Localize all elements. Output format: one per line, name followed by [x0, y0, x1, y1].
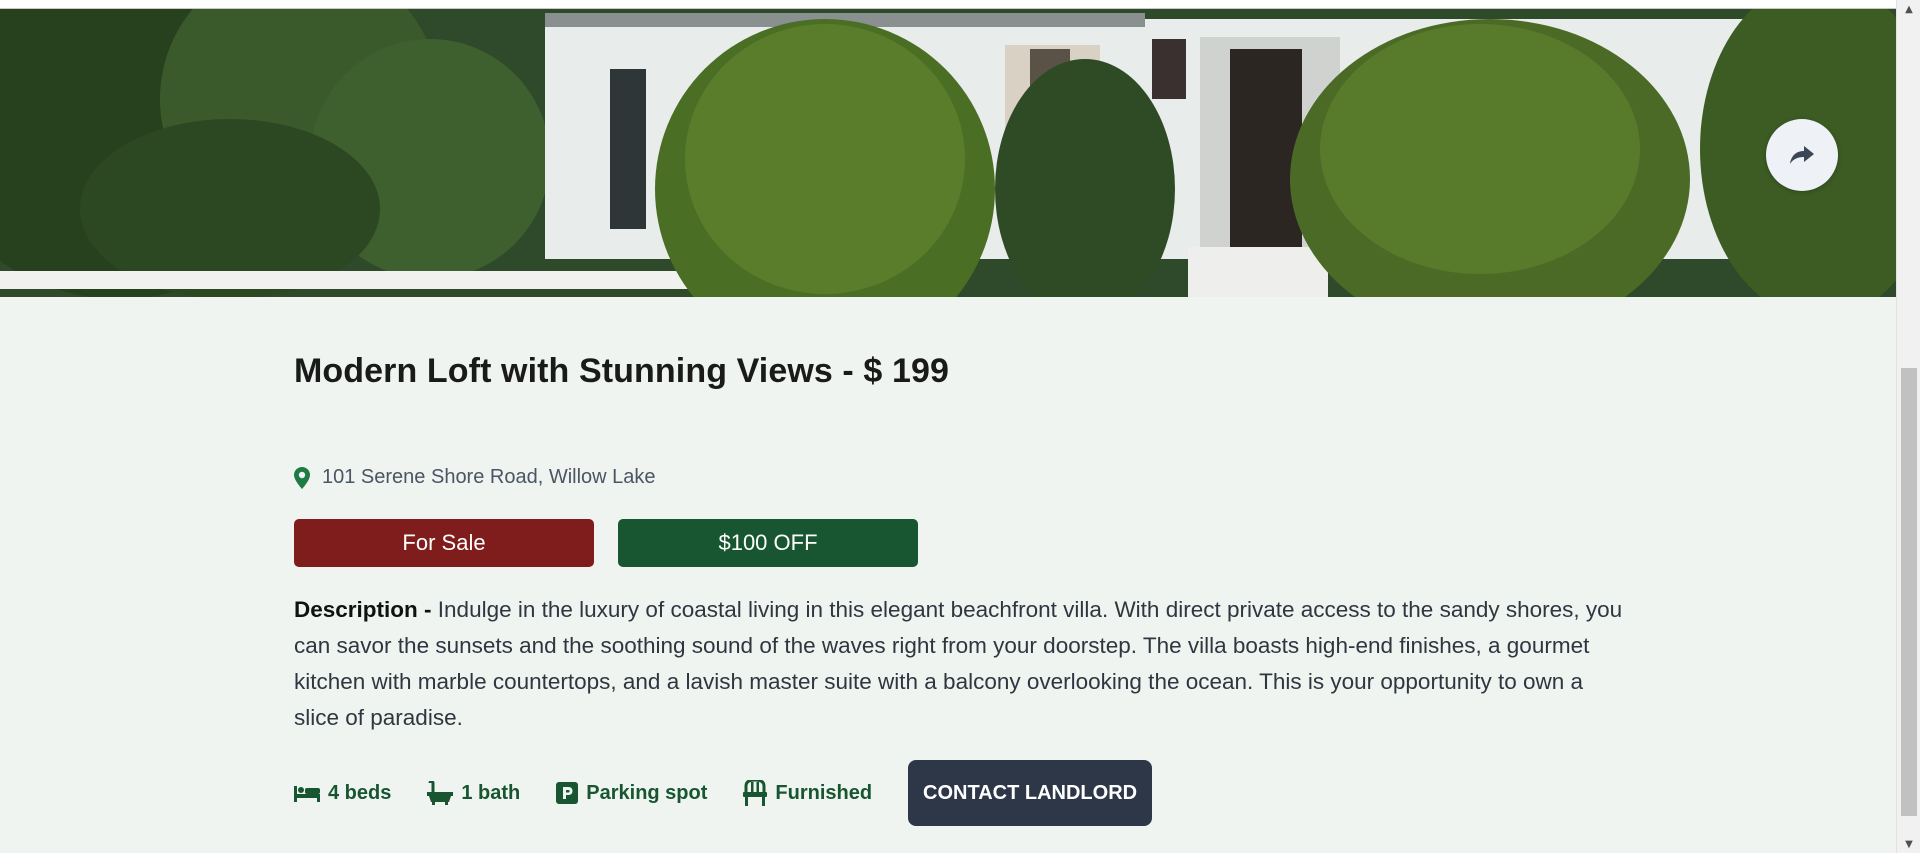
discount-badge: $100 OFF — [618, 519, 918, 567]
scroll-up-arrow-icon[interactable]: ▲ — [1897, 0, 1920, 18]
vertical-scrollbar[interactable]: ▲ ▼ — [1896, 0, 1920, 853]
listing-title: Modern Loft with Stunning Views - $ 199 — [294, 352, 949, 390]
chair-icon — [743, 780, 768, 806]
browser-top-edge — [0, 0, 1896, 9]
amenity-furnished: Furnished — [743, 780, 872, 806]
amenity-bath: 1 bath — [427, 781, 520, 805]
description-label: Description - — [294, 597, 432, 622]
bath-icon — [427, 781, 454, 805]
listing-details: Modern Loft with Stunning Views - $ 199 … — [294, 350, 1624, 826]
share-button[interactable] — [1766, 119, 1838, 191]
scroll-down-arrow-icon[interactable]: ▼ — [1897, 835, 1920, 853]
location-pin-icon — [294, 466, 310, 489]
amenity-beds: 4 beds — [294, 782, 391, 805]
bed-icon — [294, 786, 320, 802]
hero-image — [0, 9, 1896, 297]
status-badge: For Sale — [294, 519, 594, 567]
listing-address: 101 Serene Shore Road, Willow Lake — [294, 466, 656, 489]
scrollbar-thumb[interactable] — [1901, 368, 1917, 816]
description-text: Indulge in the luxury of coastal living … — [294, 597, 1623, 730]
amenity-parking: Parking spot — [556, 782, 707, 805]
contact-landlord-button[interactable]: CONTACT LANDLORD — [908, 760, 1153, 826]
share-icon — [1790, 146, 1814, 164]
badge-row: For Sale $100 OFF — [294, 519, 918, 567]
address-text: 101 Serene Shore Road, Willow Lake — [322, 466, 656, 488]
listing-description: Description - Indulge in the luxury of c… — [294, 592, 1624, 736]
parking-icon — [556, 782, 579, 804]
amenities-row: 4 beds 1 bath Parking spot Furnished CON… — [294, 760, 1153, 826]
